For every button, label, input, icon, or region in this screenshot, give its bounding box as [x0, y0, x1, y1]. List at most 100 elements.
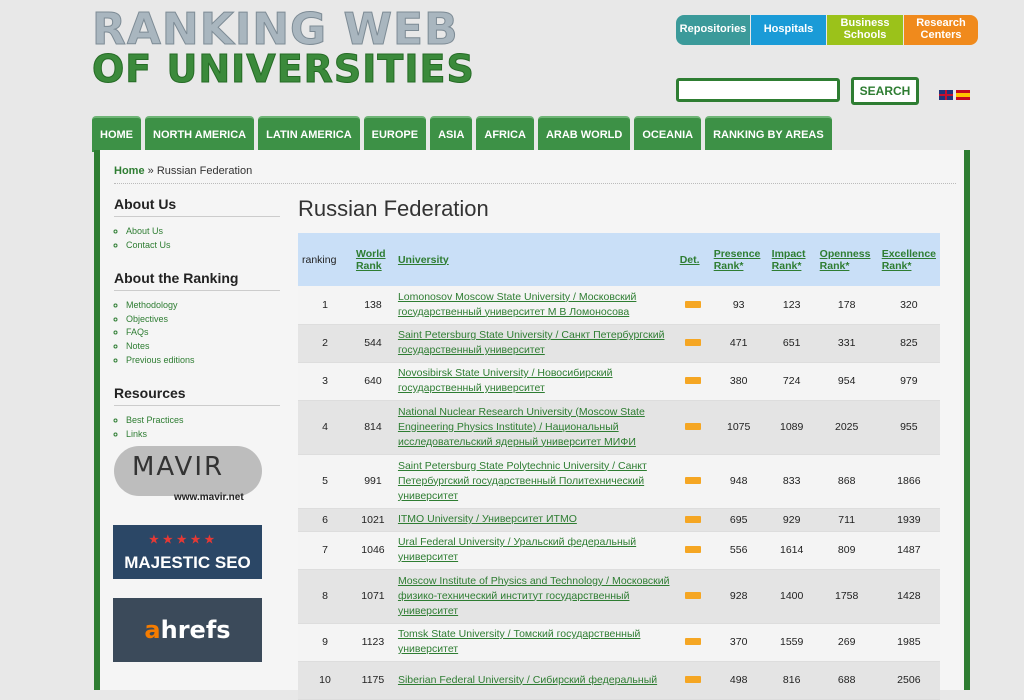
university-link[interactable]: Novosibirsk State University / Новосибир…: [393, 362, 676, 401]
nav-oceania[interactable]: OCEANIA: [634, 116, 702, 152]
cell-world-rank: 991: [351, 454, 394, 509]
header-impact-label[interactable]: Impact Rank*: [772, 248, 806, 272]
cell-openness: 2025: [815, 400, 878, 455]
ahrefs-banner[interactable]: a hrefs: [113, 598, 262, 662]
nav-ranking-by-areas[interactable]: RANKING BY AREAS: [705, 116, 832, 152]
header-impact[interactable]: Impact Rank*: [767, 233, 816, 286]
site-logo[interactable]: RANKING WEB OF UNIVERSITIES: [92, 4, 475, 91]
nav-home[interactable]: HOME: [92, 116, 141, 152]
cell-det[interactable]: [675, 569, 710, 624]
cell-det[interactable]: [675, 286, 710, 325]
cell-det[interactable]: [675, 623, 710, 662]
university-link[interactable]: Tomsk State University / Томский государ…: [393, 623, 676, 662]
cell-impact: 816: [767, 661, 816, 700]
header-openness-label[interactable]: Openness Rank*: [820, 248, 871, 272]
sidebar-link-best-practices[interactable]: Best Practices: [126, 414, 280, 428]
cell-rank: 4: [298, 400, 352, 455]
university-link[interactable]: Saint Petersburg State Polytechnic Unive…: [393, 454, 676, 509]
details-icon[interactable]: [684, 515, 701, 523]
category-research-centers[interactable]: Research Centers: [904, 15, 978, 45]
sidebar-link-faqs[interactable]: FAQs: [126, 326, 280, 340]
table-row: 8 1071 Moscow Institute of Physics and T…: [298, 569, 940, 624]
sidebar-link-about-us[interactable]: About Us: [126, 225, 280, 239]
details-icon[interactable]: [684, 638, 701, 645]
header-world-rank[interactable]: World Rank: [351, 233, 394, 286]
cell-rank: 7: [298, 531, 352, 570]
category-hospitals[interactable]: Hospitals: [751, 15, 826, 45]
logo-line-2: OF UNIVERSITIES: [92, 47, 475, 91]
star-icons: ★★★★★: [149, 534, 219, 546]
cell-det[interactable]: [675, 661, 710, 700]
header-presence[interactable]: Presence Rank*: [709, 233, 768, 286]
header-det-label[interactable]: Det.: [680, 254, 700, 266]
uk-flag-icon[interactable]: [939, 90, 953, 100]
category-business-schools[interactable]: Business Schools: [827, 15, 903, 45]
header-excellence[interactable]: Excellence Rank*: [877, 233, 940, 286]
details-icon[interactable]: [684, 377, 701, 384]
university-link[interactable]: ITMO University / Университет ИТМО: [393, 508, 676, 532]
cell-rank: 1: [298, 286, 352, 325]
university-link[interactable]: Siberian Federal University / Сибирский …: [393, 661, 676, 700]
university-link[interactable]: National Nuclear Research University (Mo…: [393, 400, 676, 455]
spain-flag-icon[interactable]: [956, 90, 970, 100]
nav-europe[interactable]: EUROPE: [363, 116, 427, 152]
header-university[interactable]: University: [393, 233, 676, 286]
logo-line-1: RANKING WEB: [92, 4, 459, 55]
sidebar-link-notes[interactable]: Notes: [126, 340, 280, 354]
details-icon[interactable]: [684, 546, 701, 553]
cell-openness: 868: [815, 454, 878, 509]
category-repositories[interactable]: Repositories: [676, 15, 750, 45]
sidebar-link-contact-us[interactable]: Contact Us: [126, 239, 280, 253]
header-det[interactable]: Det.: [675, 233, 710, 286]
details-icon[interactable]: [684, 339, 701, 346]
table-row: 7 1046 Ural Federal University / Уральск…: [298, 531, 940, 570]
cell-det[interactable]: [675, 531, 710, 570]
university-link[interactable]: Saint Petersburg State University / Санк…: [393, 324, 676, 363]
details-icon[interactable]: [684, 300, 701, 308]
sidebar-heading-about-us: About Us: [114, 196, 280, 217]
cell-det[interactable]: [675, 362, 710, 401]
university-link[interactable]: Lomonosov Moscow State University / Моск…: [393, 286, 676, 325]
ahrefs-text: hrefs: [160, 616, 231, 644]
sidebar-link-previous-editions[interactable]: Previous editions: [126, 354, 280, 368]
header-presence-label[interactable]: Presence Rank*: [714, 248, 761, 272]
cell-rank: 3: [298, 362, 352, 401]
university-link[interactable]: Ural Federal University / Уральский феде…: [393, 531, 676, 570]
header-excellence-label[interactable]: Excellence Rank*: [882, 248, 936, 272]
sidebar-heading-about-ranking: About the Ranking: [114, 270, 280, 292]
search-button[interactable]: SEARCH: [851, 77, 919, 105]
mavir-banner[interactable]: MAVIR www.mavir.net: [114, 440, 264, 506]
header-university-label[interactable]: University: [398, 254, 449, 266]
cell-det[interactable]: [675, 508, 710, 532]
cell-excellence: 2506: [877, 661, 940, 700]
university-link[interactable]: Moscow Institute of Physics and Technolo…: [393, 569, 676, 624]
cell-det[interactable]: [675, 400, 710, 455]
cell-presence: 370: [709, 623, 768, 662]
cell-presence: 1075: [709, 400, 768, 455]
cell-presence: 380: [709, 362, 768, 401]
search-input[interactable]: [676, 78, 840, 102]
nav-north-america[interactable]: NORTH AMERICA: [145, 116, 255, 152]
table-header-row: ranking World Rank University Det. Prese…: [298, 233, 940, 286]
nav-africa[interactable]: AFRICA: [476, 116, 534, 152]
majestic-seo-banner[interactable]: ★★★★★ MAJESTIC SEO: [113, 525, 262, 579]
details-icon[interactable]: [684, 592, 701, 599]
sidebar-link-objectives[interactable]: Objectives: [126, 313, 280, 327]
table-row: 6 1021 ITMO University / Университет ИТМ…: [298, 508, 940, 532]
ranking-table: ranking World Rank University Det. Prese…: [298, 233, 940, 700]
cell-rank: 10: [298, 661, 352, 700]
header-openness[interactable]: Openness Rank*: [815, 233, 878, 286]
nav-asia[interactable]: ASIA: [430, 116, 473, 152]
details-icon[interactable]: [684, 423, 701, 430]
details-icon[interactable]: [684, 477, 701, 484]
sidebar-link-methodology[interactable]: Methodology: [126, 299, 280, 313]
breadcrumb-home[interactable]: Home: [114, 165, 145, 177]
header-world-rank-label[interactable]: World Rank: [356, 248, 386, 272]
cell-world-rank: 1046: [351, 531, 394, 570]
sidebar-heading-resources: Resources: [114, 385, 280, 407]
nav-latin-america[interactable]: LATIN AMERICA: [258, 116, 360, 152]
nav-arab-world[interactable]: ARAB WORLD: [537, 116, 631, 152]
cell-openness: 711: [815, 508, 878, 532]
cell-det[interactable]: [675, 454, 710, 509]
cell-det[interactable]: [675, 324, 710, 363]
